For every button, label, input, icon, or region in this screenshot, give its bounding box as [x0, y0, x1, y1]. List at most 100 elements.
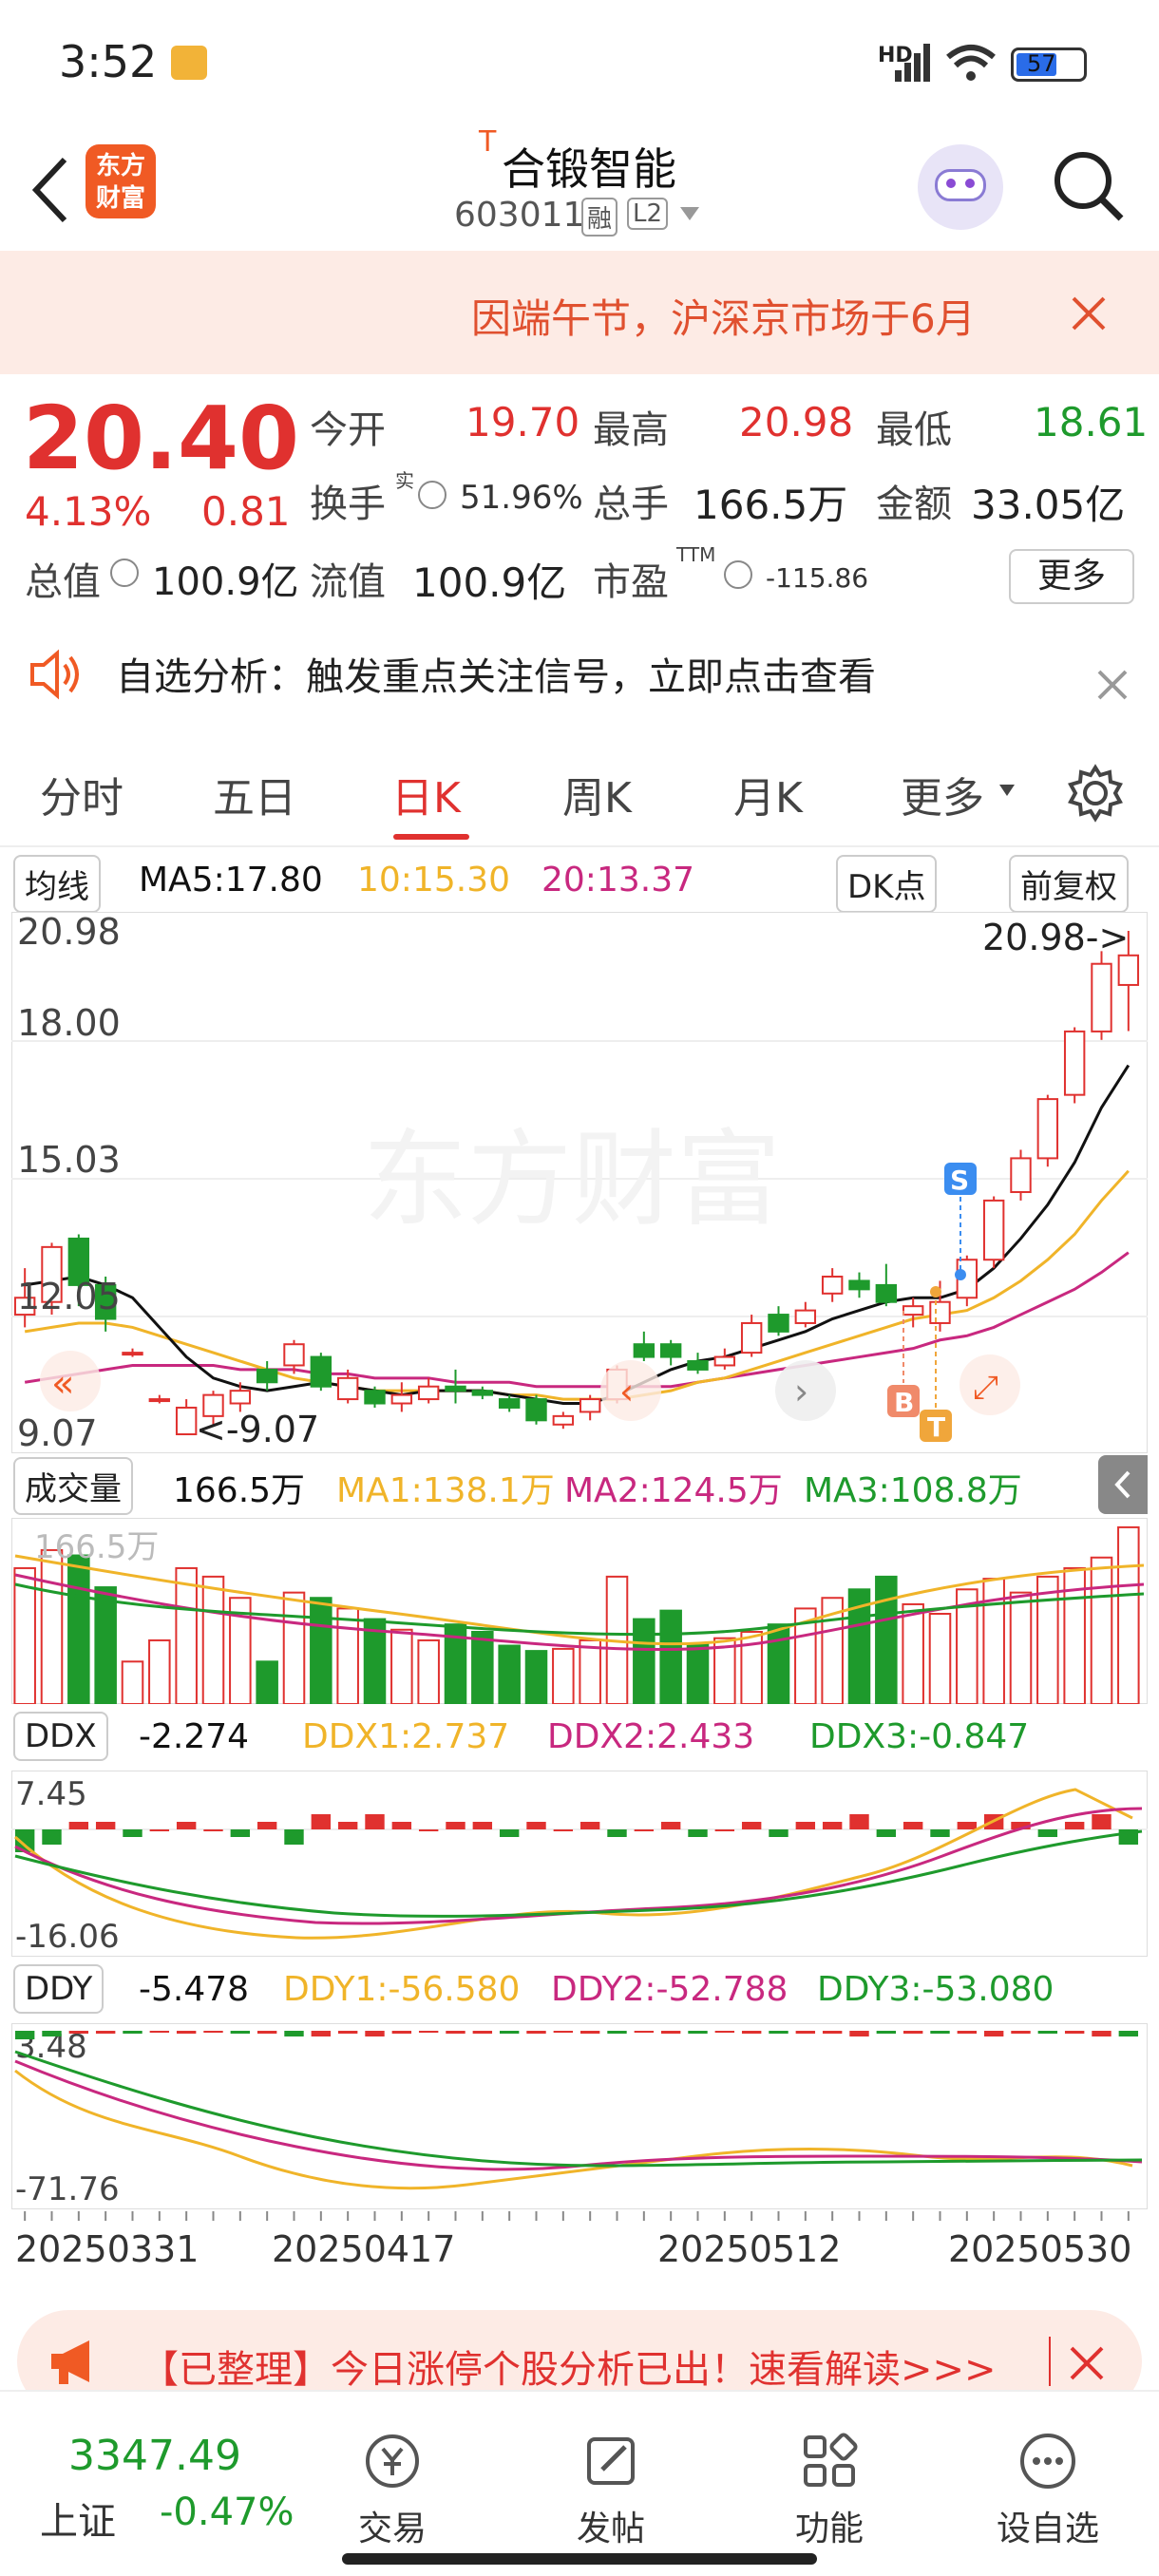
candle[interactable]	[283, 1343, 305, 1367]
candle[interactable]	[525, 1398, 547, 1422]
candle[interactable]	[713, 1355, 736, 1367]
tab-more[interactable]: 更多	[901, 764, 984, 824]
index-name[interactable]: 上证	[40, 2491, 116, 2546]
candle[interactable]	[1117, 954, 1140, 986]
candle[interactable]	[848, 1279, 870, 1291]
volume-select[interactable]: 成交量	[13, 1457, 133, 1515]
tab-intraday[interactable]: 分时	[40, 764, 124, 824]
candle[interactable]	[982, 1199, 1005, 1261]
gear-icon[interactable]	[1066, 764, 1125, 823]
tab-daily-k[interactable]: 日K	[391, 764, 461, 824]
candle[interactable]	[579, 1398, 601, 1413]
volume-chart[interactable]: 166.5万	[11, 1518, 1148, 1704]
pe-label: 市盈	[593, 560, 669, 604]
volume-bar	[201, 1575, 225, 1704]
ddx-chart[interactable]: 7.45 -16.06	[11, 1771, 1148, 1957]
candle[interactable]	[1063, 1030, 1086, 1096]
candlestick-chart[interactable]: 东方财富 20.98 18.00 15.03 12.05 9.07 20.98-…	[11, 912, 1148, 1453]
robot-assistant-icon[interactable]	[918, 144, 1003, 230]
index-change[interactable]: -0.47%	[160, 2491, 294, 2534]
tab-monthly-k[interactable]: 月K	[733, 764, 803, 824]
nav-post[interactable]: 发帖	[549, 2430, 673, 2550]
candle[interactable]	[417, 1385, 440, 1401]
brand-logo[interactable]: 东方 财富	[86, 144, 156, 218]
candle[interactable]	[336, 1376, 359, 1401]
adjust-select[interactable]: 前复权	[1009, 855, 1129, 913]
candle[interactable]	[552, 1414, 575, 1426]
info-icon[interactable]	[110, 559, 139, 587]
ddx-bar	[580, 1822, 600, 1829]
float-value: 100.9亿	[412, 559, 567, 606]
search-icon[interactable]	[1051, 148, 1127, 224]
candle[interactable]	[498, 1398, 521, 1409]
analysis-bar[interactable]: 自选分析：触发重点关注信号，立即点击查看	[0, 629, 1159, 743]
ma-select[interactable]: 均线	[13, 855, 101, 913]
ddx-select[interactable]: DDX	[13, 1712, 108, 1761]
candle[interactable]	[364, 1390, 386, 1405]
volume-bar	[498, 1644, 521, 1704]
holiday-notice[interactable]: 因端午节，沪深京市场于6月	[0, 251, 1159, 374]
signal-icon	[895, 44, 930, 82]
pe-value: -115.86	[766, 562, 869, 594]
tab-five-day[interactable]: 五日	[213, 764, 296, 824]
candle[interactable]	[122, 1352, 143, 1356]
candle[interactable]	[875, 1283, 898, 1303]
candle[interactable]	[229, 1390, 252, 1405]
info-icon[interactable]	[724, 560, 752, 589]
index-value[interactable]: 3347.49	[68, 2432, 241, 2480]
volume-bar	[148, 1638, 171, 1704]
ddy-chart[interactable]: 3.48 -71.76	[11, 2023, 1148, 2209]
ddy-bar	[688, 2031, 708, 2034]
candle[interactable]	[929, 1300, 951, 1324]
close-icon[interactable]	[1096, 669, 1129, 701]
dk-point-select[interactable]: DK点	[836, 855, 938, 913]
ddx-bar	[553, 1829, 574, 1831]
chevron-down-icon[interactable]	[680, 207, 699, 220]
candle[interactable]	[1036, 1098, 1059, 1160]
candle[interactable]	[902, 1305, 924, 1316]
candle[interactable]	[1010, 1157, 1032, 1194]
back-icon[interactable]	[27, 152, 74, 228]
ma20-legend: 20:13.37	[542, 861, 694, 900]
ddy-select[interactable]: DDY	[13, 1964, 104, 2014]
candle[interactable]	[390, 1393, 413, 1405]
candle[interactable]	[148, 1398, 171, 1403]
volume-bar	[336, 1607, 359, 1704]
volume-bar	[1117, 1525, 1140, 1704]
candle[interactable]	[471, 1390, 494, 1396]
chevron-down-icon[interactable]	[999, 785, 1015, 796]
candle[interactable]	[633, 1343, 656, 1358]
candle[interactable]	[821, 1276, 844, 1295]
candle[interactable]	[740, 1321, 763, 1354]
candle[interactable]	[768, 1314, 789, 1333]
turnover-label: 换手	[310, 483, 386, 526]
ddx-bar	[365, 1814, 385, 1829]
close-icon[interactable]	[1068, 2344, 1106, 2382]
volume-bar	[659, 1609, 682, 1704]
volume-value: 166.5万	[694, 482, 848, 528]
candle[interactable]	[310, 1355, 332, 1388]
nav-trade[interactable]: 交易	[331, 2430, 454, 2550]
kline-chart-area[interactable]: 均线 MA5:17.80 10:15.30 20:13.37 DK点 前复权 东…	[0, 847, 1159, 2291]
candle[interactable]	[256, 1368, 278, 1384]
more-button[interactable]: 更多	[1009, 549, 1134, 604]
candle[interactable]	[794, 1309, 817, 1324]
close-icon[interactable]	[1070, 294, 1108, 332]
candle[interactable]	[445, 1385, 466, 1392]
battery-level: 57	[1027, 50, 1056, 77]
ddx-bar	[418, 1829, 439, 1831]
nav-add-watchlist[interactable]: 设自选	[986, 2430, 1110, 2550]
candle[interactable]	[175, 1406, 198, 1435]
candle[interactable]	[687, 1360, 709, 1371]
collapse-panel-button[interactable]	[1098, 1455, 1148, 1514]
info-icon[interactable]	[418, 481, 446, 509]
price-tick-label: 18.00	[17, 1002, 121, 1044]
volume-bar	[256, 1660, 278, 1704]
tab-weekly-k[interactable]: 周K	[562, 764, 632, 824]
candle[interactable]	[1091, 962, 1112, 1032]
candle[interactable]	[659, 1343, 682, 1358]
nav-features[interactable]: 功能	[768, 2430, 891, 2550]
ddx-bar	[741, 1822, 762, 1829]
ddy-axis-bottom: -71.76	[15, 2170, 120, 2208]
sell-signal-label: S	[950, 1165, 969, 1196]
